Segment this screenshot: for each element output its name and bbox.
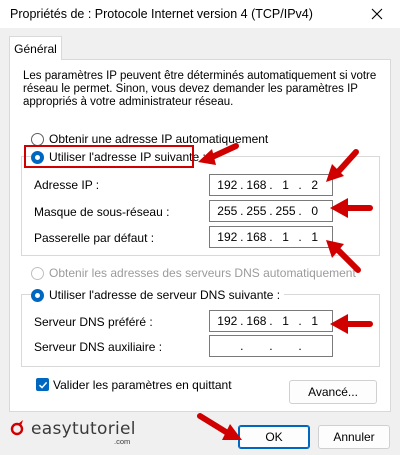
ok-button[interactable]: OK: [238, 425, 310, 449]
checkmark-icon: [38, 381, 47, 389]
description-line: appropriés à votre administrateur réseau…: [23, 96, 234, 108]
radio-dns-manual-row[interactable]: Utiliser l'adresse de serveur DNS suivan…: [31, 288, 285, 302]
red-arrow-icon: [198, 143, 239, 165]
cancel-button-label: Annuler: [333, 430, 375, 444]
gateway-input[interactable]: 192. 168. 1. 1: [209, 226, 333, 248]
red-arrow-icon: [197, 413, 242, 440]
preferred-dns-label: Serveur DNS préféré :: [34, 315, 153, 329]
description-line: réseau le permet. Sinon, vous devez dema…: [23, 83, 358, 95]
ip-octet: 1: [282, 230, 289, 244]
ip-octet: 168: [246, 230, 267, 244]
validate-label: Valider les paramètres en quittant: [53, 378, 232, 392]
ip-octet: 255: [246, 204, 267, 218]
window-title: Propriétés de : Protocole Internet versi…: [10, 7, 313, 21]
radio-dns-auto-row[interactable]: Obtenir les adresses des serveurs DNS au…: [31, 266, 356, 280]
tab-general[interactable]: Général: [9, 36, 62, 60]
ip-octet: 192: [217, 314, 238, 328]
alternate-dns-input[interactable]: . . .: [209, 335, 333, 357]
close-button[interactable]: [354, 0, 400, 28]
radio-dns-manual[interactable]: [31, 288, 44, 302]
description-line: Les paramètres IP peuvent être déterminé…: [23, 70, 377, 82]
ip-address-label: Adresse IP :: [34, 178, 100, 192]
red-arrow-icon: [326, 149, 359, 182]
radio-dns-auto[interactable]: [31, 266, 44, 280]
logo-suffix: .com: [114, 437, 131, 446]
ip-octet: 1: [311, 314, 318, 328]
red-arrow-icon: [326, 240, 361, 273]
red-arrow-icon: [330, 198, 373, 218]
advanced-button-label: Avancé...: [308, 385, 358, 399]
radio-dns-auto-label: Obtenir les adresses des serveurs DNS au…: [49, 266, 356, 280]
advanced-button[interactable]: Avancé...: [289, 380, 377, 404]
description-text: Les paramètres IP peuvent être déterminé…: [23, 70, 377, 109]
ip-octet: 1: [282, 178, 289, 192]
ip-octet: 0: [311, 204, 318, 218]
radio-dns-manual-label: Utiliser l'adresse de serveur DNS suivan…: [49, 288, 281, 302]
close-icon: [371, 8, 383, 20]
red-arrow-icon: [330, 314, 373, 334]
alternate-dns-label: Serveur DNS auxiliaire :: [34, 340, 163, 354]
cancel-button[interactable]: Annuler: [318, 425, 390, 449]
ip-octet: 192: [217, 178, 238, 192]
ip-address-input[interactable]: 192. 168. 1. 2: [209, 174, 333, 196]
preferred-dns-input[interactable]: 192. 168. 1. 1: [209, 310, 333, 332]
title-bar: Propriétés de : Protocole Internet versi…: [0, 0, 400, 28]
ip-octet: 192: [217, 230, 238, 244]
subnet-mask-label: Masque de sous-réseau :: [34, 205, 170, 219]
ip-octet: 1: [282, 314, 289, 328]
ok-button-label: OK: [265, 430, 283, 444]
radio-ip-auto[interactable]: [31, 132, 44, 146]
ip-octet: 255: [275, 204, 296, 218]
highlight-box: [24, 145, 194, 168]
ip-octet: 168: [246, 314, 267, 328]
ip-octet: 255: [217, 204, 238, 218]
gateway-label: Passerelle par défaut :: [34, 231, 155, 245]
easytutoriel-logo: easytutoriel .com: [8, 419, 136, 446]
logo-brand: easytutoriel: [31, 419, 136, 439]
logo-mark-icon: [10, 420, 24, 436]
tab-general-label: Général: [14, 41, 57, 56]
validate-checkbox[interactable]: [36, 378, 49, 391]
subnet-mask-input[interactable]: 255. 255. 255. 0: [209, 200, 333, 222]
ip-octet: 168: [246, 178, 267, 192]
